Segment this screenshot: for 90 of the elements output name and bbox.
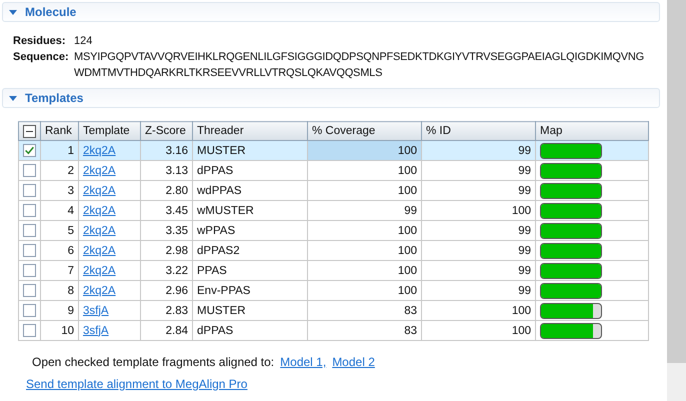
- table-cell: 2: [68, 164, 74, 176]
- table-row[interactable]: 7 2kq2A 3.22 PPAS 100 99: [18, 260, 648, 280]
- table-cell: 99: [404, 204, 417, 216]
- table-cell: 4: [68, 204, 74, 216]
- table-cell: 100: [398, 164, 417, 176]
- table-cell: 3.45: [166, 204, 188, 216]
- row-checkbox[interactable]: [23, 324, 36, 337]
- open-fragments-label: Open checked template fragments aligned to:: [32, 355, 274, 369]
- table-row[interactable]: 9 3sfjA 2.83 MUSTER 83 100: [18, 300, 648, 320]
- row-checkbox[interactable]: [23, 264, 36, 277]
- table-cell: 100: [398, 144, 417, 156]
- collapse-arrow-icon[interactable]: [9, 94, 17, 102]
- table-cell: 3.16: [166, 144, 188, 156]
- table-row[interactable]: 6 2kq2A 2.98 dPPAS2 100 99: [18, 240, 648, 260]
- collapse-arrow-icon[interactable]: [9, 8, 17, 16]
- column-header[interactable]: Threader: [192, 122, 308, 140]
- table-cell: 100: [512, 204, 531, 216]
- table-cell: 99: [518, 224, 531, 236]
- table-cell: 99: [518, 284, 531, 296]
- row-checkbox[interactable]: [23, 164, 36, 177]
- column-header[interactable]: % Coverage: [308, 122, 422, 140]
- table-row[interactable]: 2 2kq2A 3.13 dPPAS 100 99: [18, 160, 648, 180]
- table-cell: 100: [398, 224, 417, 236]
- table-cell: 83: [404, 324, 417, 336]
- residues-value: 124: [74, 34, 92, 49]
- table-cell: PPAS: [197, 264, 227, 276]
- table-cell: 9: [68, 304, 74, 316]
- table-cell: 2.96: [166, 284, 188, 296]
- table-cell: 7: [68, 264, 74, 276]
- table-cell: dPPAS2: [197, 244, 240, 256]
- table-cell: MUSTER: [197, 144, 246, 156]
- model-link[interactable]: Model 2: [332, 355, 375, 369]
- send-alignment-link[interactable]: Send template alignment to MegAlign Pro: [26, 377, 248, 391]
- table-row[interactable]: 1 2kq2A 3.16 MUSTER 100 99: [18, 140, 648, 160]
- table-cell: wMUSTER: [197, 204, 254, 216]
- table-cell: MUSTER: [197, 304, 246, 316]
- section-header[interactable]: Molecule: [2, 2, 660, 22]
- model-link[interactable]: Model 1,: [280, 355, 326, 369]
- table-cell: wPPAS: [197, 224, 236, 236]
- table-cell: 99: [518, 184, 531, 196]
- table-cell: wdPPAS: [197, 184, 242, 196]
- table-row[interactable]: 8 2kq2A 2.96 Env-PPAS 100 99: [18, 280, 648, 300]
- table-cell: 3.35: [166, 224, 188, 236]
- table-row[interactable]: 4 2kq2A 3.45 wMUSTER 99 100: [18, 200, 648, 220]
- row-checkbox[interactable]: [23, 304, 36, 317]
- table-cell: 83: [404, 304, 417, 316]
- table-row[interactable]: 3 2kq2A 2.80 wdPPAS 100 99: [18, 180, 648, 200]
- table-cell: 5: [68, 224, 74, 236]
- row-checkbox[interactable]: [23, 284, 36, 297]
- table-cell: 6: [68, 244, 74, 256]
- column-header[interactable]: Z-Score: [140, 122, 192, 140]
- table-cell: dPPAS: [197, 324, 234, 336]
- row-checkbox[interactable]: [23, 204, 36, 217]
- table-cell: dPPAS: [197, 164, 234, 176]
- table-cell: 100: [398, 284, 417, 296]
- table-cell: 99: [518, 244, 531, 256]
- table-cell: 8: [68, 284, 74, 296]
- table-cell: 3.22: [166, 264, 188, 276]
- table-row[interactable]: 10 3sfjA 2.84 dPPAS 83 100: [18, 320, 648, 340]
- sequence-label: Sequence:: [13, 50, 70, 65]
- table-cell: 2.84: [166, 324, 188, 336]
- column-header[interactable]: Template: [78, 122, 140, 140]
- table-cell: 2.98: [166, 244, 188, 256]
- table-cell: 100: [398, 184, 417, 196]
- table-cell: 3: [68, 184, 74, 196]
- table-cell: 10: [61, 324, 74, 336]
- row-checkbox[interactable]: [23, 224, 36, 237]
- column-header[interactable]: Map: [536, 122, 648, 140]
- table-cell: 99: [518, 144, 531, 156]
- select-all-checkbox[interactable]: [23, 124, 36, 138]
- table-cell: 100: [398, 244, 417, 256]
- table-row[interactable]: 5 2kq2A 3.35 wPPAS 100 99: [18, 220, 648, 240]
- table-cell: 1: [68, 144, 74, 156]
- table-cell: 99: [518, 164, 531, 176]
- table-cell: 3.13: [166, 164, 188, 176]
- row-checkbox[interactable]: [23, 184, 36, 197]
- row-checkbox[interactable]: [23, 144, 36, 157]
- section-header[interactable]: Templates: [2, 88, 660, 108]
- sequence-value: MSYIPGQPVTAVVQRVEIHKLRQGENLILGFSIGGGIDQDPSQNPFSEDKTDKGIYVTRVSEGGPAEIAGLQIGDKIMQVNGWDMTMVTHDQARKRLTKRSEEVVRLLVTRQSLQKAVQQSMLS: [74, 50, 644, 81]
- residues-label: Residues:: [13, 34, 67, 49]
- row-checkbox[interactable]: [23, 244, 36, 257]
- table-cell: 100: [512, 324, 531, 336]
- column-header[interactable]: % ID: [422, 122, 536, 140]
- table-cell: Env-PPAS: [197, 284, 250, 296]
- table-cell: 99: [518, 264, 531, 276]
- table-cell: 100: [398, 264, 417, 276]
- column-header[interactable]: Rank: [40, 122, 78, 140]
- table-cell: 100: [512, 304, 531, 316]
- table-cell: 2.83: [166, 304, 188, 316]
- table-cell: 2.80: [166, 184, 188, 196]
